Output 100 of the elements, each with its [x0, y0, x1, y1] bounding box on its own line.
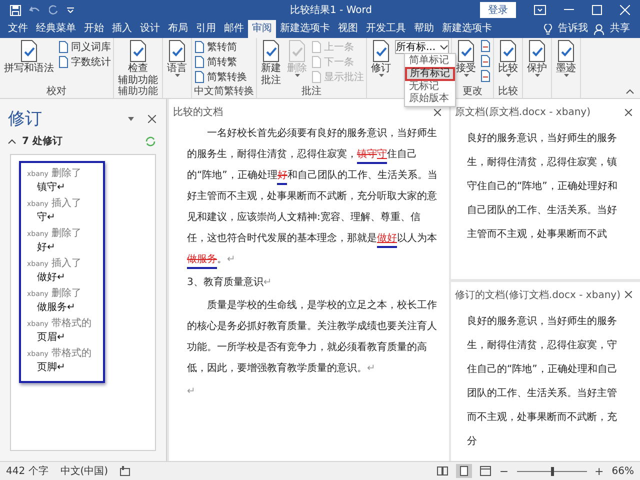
collapse-ribbon-icon[interactable] — [626, 89, 634, 94]
revision-action: 插入了 — [51, 196, 82, 210]
web-layout-icon[interactable] — [480, 466, 492, 476]
ribbon-button[interactable]: 拼写和语法 — [2, 40, 56, 86]
word-count[interactable]: 442 个字 — [6, 464, 48, 478]
redo-icon[interactable] — [49, 5, 59, 15]
ribbon-tab[interactable]: 布局 — [164, 20, 192, 38]
ribbon-button[interactable]: 新建 批注 — [259, 40, 283, 86]
ribbon-button[interactable]: 繁转简 — [194, 40, 247, 54]
ribbon-tab[interactable]: 新建选项卡 — [276, 20, 334, 38]
ribbon-tab[interactable]: 审阅 — [248, 20, 276, 38]
lightbulb-icon[interactable] — [544, 24, 552, 34]
caret-icon[interactable] — [67, 7, 74, 13]
ribbon-display-icon[interactable] — [534, 5, 546, 15]
zoom-out-button[interactable]: − — [499, 464, 509, 478]
ribbon-tab[interactable]: 开发工具 — [362, 20, 410, 38]
ribbon-tab[interactable]: 开始 — [80, 20, 108, 38]
ribbon-button[interactable]: 简转繁 — [194, 55, 247, 69]
markup-dropdown[interactable]: 所有标... — [395, 40, 449, 54]
small-page-icon[interactable] — [480, 70, 491, 84]
ribbon-tab[interactable]: 视图 — [334, 20, 362, 38]
pane-title: 原文档(原文档.docx - xbany) — [455, 106, 590, 119]
close-icon[interactable] — [434, 108, 441, 116]
caret-icon[interactable] — [128, 116, 134, 120]
small-page-icon — [311, 41, 322, 53]
group-label: 比较 — [497, 86, 519, 98]
small-page-icon — [58, 41, 69, 53]
close-icon[interactable] — [625, 291, 632, 298]
ribbon-button[interactable]: 同义词库 — [58, 40, 111, 54]
language-indicator[interactable]: 中文(中国) — [60, 464, 108, 478]
small-page-icon[interactable] — [480, 55, 491, 69]
refresh-icon[interactable] — [145, 136, 156, 146]
ribbon-tab[interactable]: 文件 — [4, 20, 32, 38]
close-icon[interactable] — [625, 108, 632, 116]
small-page-icon — [194, 56, 205, 68]
read-mode-icon[interactable] — [437, 466, 448, 476]
small-page-icon — [58, 56, 69, 68]
ribbon-button[interactable]: 语言 — [165, 40, 189, 98]
revision-text[interactable]: 镇守↵ — [27, 180, 97, 196]
chevron-down-icon — [440, 44, 448, 50]
zoom-in-button[interactable]: + — [594, 464, 604, 478]
menu-item[interactable]: 简单标记 — [405, 55, 455, 67]
revision-text[interactable]: 做好↵ — [27, 270, 97, 286]
ribbon-button[interactable]: 保护 — [525, 40, 549, 98]
macro-icon[interactable] — [120, 466, 130, 476]
small-page-icon — [311, 71, 322, 83]
paragraph: 良好的服务意识，当好师生的服务生，耐得住清贫，忍得住寂寞，镇守住自己的“阵地”，正确处理好和自己团队的工作、生活关系。当好主管而不主观，处事果断而不武 — [467, 132, 618, 242]
print-layout-icon[interactable] — [456, 464, 472, 478]
ribbon-tab[interactable]: 邮件 — [220, 20, 248, 38]
menu-item[interactable]: 无标记 — [405, 81, 455, 93]
ribbon-tab[interactable]: 插入 — [108, 20, 136, 38]
zoom-level[interactable]: 66% — [612, 466, 634, 476]
small-page-icon[interactable] — [480, 40, 491, 54]
revision-action: 带格式的 — [51, 316, 92, 330]
pane-title: 比较的文档 — [173, 106, 223, 119]
login-button[interactable]: 登录 — [480, 2, 516, 18]
small-page-icon — [194, 71, 205, 83]
small-page-icon — [194, 41, 205, 53]
revision-action: 删除了 — [51, 167, 82, 180]
ribbon-button[interactable]: 修订 — [369, 40, 393, 98]
menu-item[interactable]: 所有标记 — [405, 67, 455, 81]
save-icon[interactable] — [10, 4, 21, 16]
person-icon[interactable] — [594, 24, 604, 34]
collapse-icon[interactable] — [8, 138, 16, 144]
ribbon-button[interactable]: 接受 — [454, 40, 478, 86]
revision-count: 7 处修订 — [22, 134, 64, 148]
group-label: 更改 — [462, 86, 484, 98]
group-label: 校对 — [46, 86, 68, 98]
ribbon-button[interactable]: 墨迹 — [554, 40, 578, 98]
revision-action: 带格式的 — [51, 346, 92, 360]
paragraph: ↵ — [187, 385, 196, 399]
ribbon-button[interactable]: 比较 — [496, 40, 520, 86]
revision-action: 插入了 — [51, 256, 82, 270]
ribbon-button[interactable]: 检查 辅助功能 — [116, 40, 160, 86]
revision-text[interactable]: 好↵ — [27, 240, 97, 256]
small-page-icon — [311, 56, 322, 68]
revision-text[interactable]: 守↵ — [27, 210, 97, 226]
ribbon-tab[interactable]: 设计 — [136, 20, 164, 38]
group-label: 中文简繁转换 — [194, 86, 254, 98]
close-icon[interactable] — [148, 114, 156, 122]
ribbon-tab[interactable]: 经典菜单 — [32, 20, 80, 38]
menu-item[interactable]: 原始版本 — [405, 93, 455, 105]
ribbon-button[interactable]: 简繁转换 — [194, 70, 247, 84]
revision-text[interactable]: 做服务↵ — [27, 300, 97, 316]
ribbon-tab[interactable]: 新建选项卡 — [438, 20, 496, 38]
revision-action: 删除了 — [51, 287, 82, 300]
ribbon-button[interactable]: 字数统计 — [58, 55, 111, 69]
paragraph: 良好的服务意识，当好师生的服务生，耐得住清贫，忍得住寂寞，守住自己的“阵地”，正确处理和自己团队的工作、生活关系。当好主管而不主观，处事果断而不武断，充分 — [467, 314, 618, 448]
maximize-icon[interactable] — [592, 5, 602, 15]
group-label: 批注 — [300, 86, 322, 98]
ribbon-tab[interactable]: 引用 — [192, 20, 220, 38]
ribbon-tab[interactable]: 帮助 — [410, 20, 438, 38]
paragraph: 3、教育质量意识↵ — [187, 276, 273, 290]
revision-action: 删除了 — [51, 227, 82, 240]
pane-title: 修订 — [8, 108, 43, 130]
tell-me-link[interactable]: 告诉我 — [554, 20, 592, 38]
revision-text[interactable]: 页脚↵ — [27, 360, 97, 376]
minimize-icon[interactable] — [564, 9, 574, 11]
share-link[interactable]: 共享 — [606, 20, 634, 38]
revision-text[interactable]: 页眉↵ — [27, 330, 97, 346]
